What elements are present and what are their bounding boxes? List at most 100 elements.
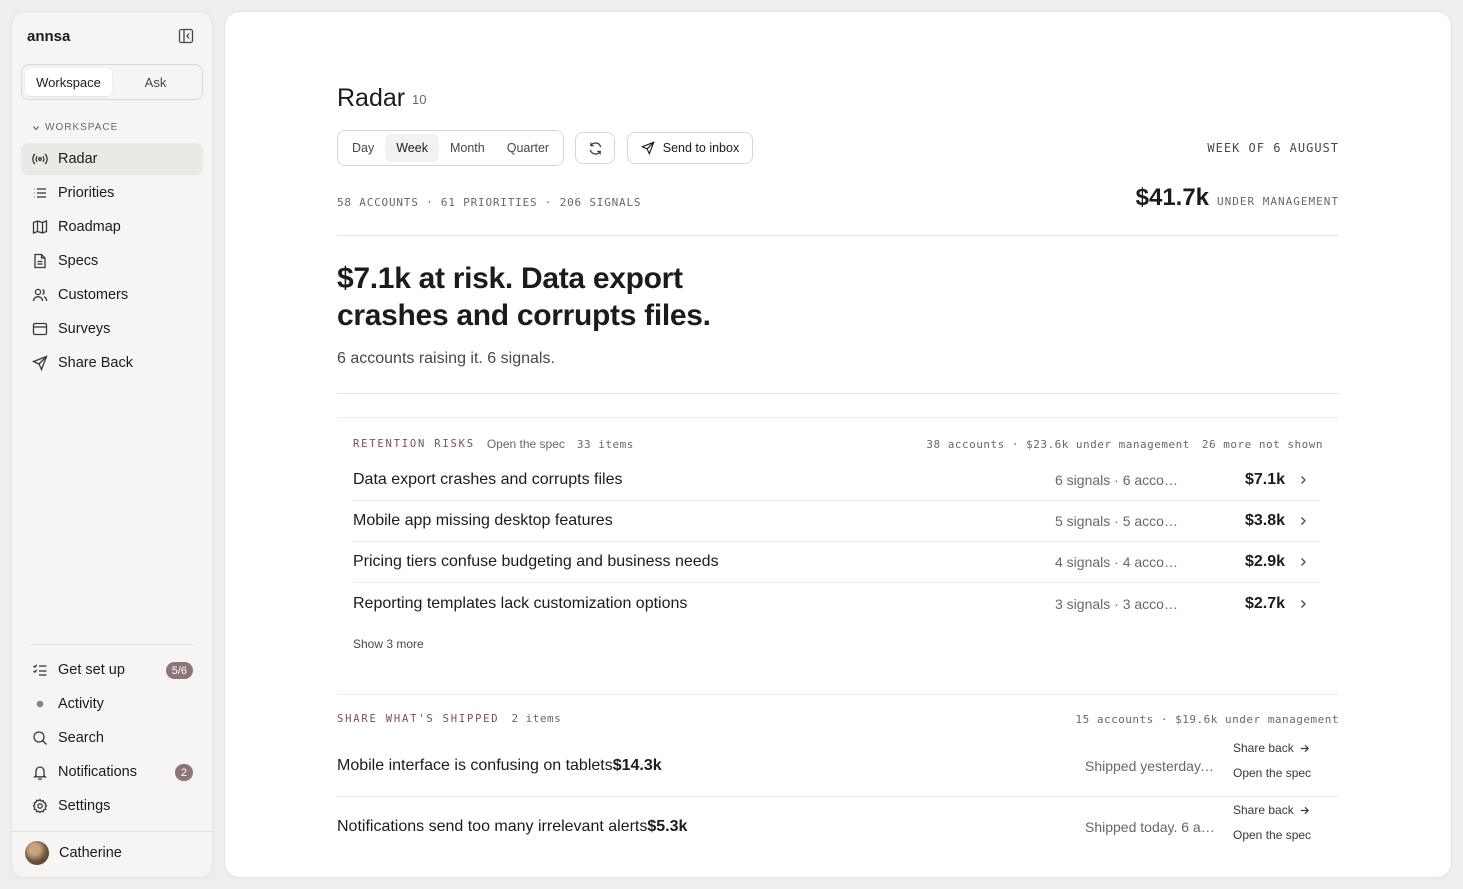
bell-icon bbox=[33, 766, 47, 780]
sidebar-item-label: Activity bbox=[58, 696, 104, 712]
radar-icon bbox=[32, 153, 48, 165]
list-item[interactable]: Mobile interface is confusing on tablets… bbox=[337, 735, 1339, 796]
shipped-amount: $5.3k bbox=[647, 818, 688, 835]
list-icon bbox=[34, 188, 46, 198]
list-item[interactable]: Pricing tiers confuse budgeting and busi… bbox=[353, 542, 1321, 583]
arrow-right-icon bbox=[1300, 806, 1309, 814]
risk-amount: $2.7k bbox=[1244, 594, 1285, 612]
risk-meta: 3 signals · 3 accounts bbox=[1055, 595, 1185, 612]
item-count: 33 items bbox=[576, 437, 634, 451]
workspace-section-header[interactable]: WORKSPACE bbox=[32, 122, 118, 133]
list-item[interactable]: Data export crashes and corrupts files 6… bbox=[353, 460, 1321, 501]
open-spec-link[interactable]: Open the spec bbox=[487, 437, 565, 451]
show-more-button[interactable]: Show 3 more bbox=[353, 637, 424, 651]
sidebar-item-notifications[interactable]: Notifications 2 bbox=[21, 756, 203, 788]
shipped-summary: 15 accounts · $19.6k under management bbox=[1075, 713, 1339, 726]
open-spec-link[interactable]: Open the spec bbox=[1233, 766, 1311, 780]
shipped-totals: 15 accounts · $19.6k under management bbox=[1075, 713, 1339, 726]
sidebar-item-get-set-up[interactable]: Get set up 5/6 bbox=[21, 654, 203, 686]
sidebar-divider bbox=[12, 831, 212, 832]
mode-toggle: Workspace Ask bbox=[21, 64, 203, 100]
risk-title: Reporting templates lack customization o… bbox=[353, 594, 688, 612]
shipped-actions: Share back Open the spec bbox=[1233, 741, 1311, 780]
retention-risk-list: Data export crashes and corrupts files 6… bbox=[353, 460, 1321, 624]
item-count: 2 items bbox=[511, 712, 562, 725]
section-label: SHARE WHAT'S SHIPPED bbox=[337, 712, 500, 725]
chevron-down-icon bbox=[33, 125, 39, 130]
retention-totals: 38 accounts · $23.6k under management bbox=[926, 438, 1190, 451]
list-item[interactable]: Reporting templates lack customization o… bbox=[353, 583, 1321, 624]
headline: $7.1k at risk. Data export crashes and c… bbox=[337, 262, 711, 332]
user-menu[interactable]: Catherine bbox=[25, 841, 122, 865]
avatar bbox=[25, 841, 49, 865]
shipped-amount: $14.3k bbox=[612, 756, 662, 774]
sidebar-item-customers[interactable]: Customers bbox=[21, 279, 203, 311]
period-quarter[interactable]: Quarter bbox=[496, 134, 560, 162]
mode-tab-workspace[interactable]: Workspace bbox=[25, 68, 112, 96]
section-label: WORKSPACE bbox=[45, 122, 119, 133]
chevron-right-icon bbox=[1301, 517, 1306, 525]
aum-label: UNDER MANAGEMENT bbox=[1217, 195, 1339, 208]
main-panel: Radar 10 Day Week Month Quarter Send to … bbox=[225, 12, 1451, 877]
sidebar-item-label: Search bbox=[58, 730, 104, 746]
sidebar-divider bbox=[30, 644, 194, 645]
list-item[interactable]: Mobile app missing desktop features 5 si… bbox=[353, 501, 1321, 542]
refresh-icon bbox=[589, 141, 601, 155]
workspace-name[interactable]: annsa bbox=[27, 28, 70, 45]
sidebar-item-priorities[interactable]: Priorities bbox=[21, 177, 203, 209]
sidebar-item-surveys[interactable]: Surveys bbox=[21, 313, 203, 345]
list-item[interactable]: Notifications send too many irrelevant a… bbox=[337, 796, 1339, 857]
risk-amount: $3.8k bbox=[1244, 512, 1285, 529]
risk-title: Pricing tiers confuse budgeting and busi… bbox=[353, 553, 719, 570]
period-week[interactable]: Week bbox=[385, 134, 439, 162]
share-back-label: Share back bbox=[1233, 741, 1294, 755]
search-icon bbox=[33, 731, 47, 745]
chevron-right-icon bbox=[1301, 476, 1306, 484]
shipped-title: Notifications send too many irrelevant a… bbox=[337, 818, 648, 835]
gear-icon bbox=[32, 798, 48, 814]
sidebar-item-search[interactable]: Search bbox=[21, 722, 203, 754]
send-to-inbox-button[interactable]: Send to inbox bbox=[627, 132, 753, 164]
sidebar-item-label: Roadmap bbox=[58, 219, 121, 235]
chevron-right-icon bbox=[1301, 599, 1306, 608]
mode-tab-ask[interactable]: Ask bbox=[112, 68, 199, 96]
total-under-management: $41.7k UNDER MANAGEMENT bbox=[1136, 184, 1339, 212]
users-icon bbox=[32, 288, 48, 302]
share-back-link[interactable]: Share back bbox=[1233, 803, 1311, 817]
stats-summary: 58 ACCOUNTS · 61 PRIORITIES · 206 SIGNAL… bbox=[337, 196, 642, 209]
sidebar-item-label: Specs bbox=[58, 253, 99, 269]
divider bbox=[337, 694, 1339, 695]
send-icon bbox=[640, 141, 655, 155]
sidebar-item-specs[interactable]: Specs bbox=[21, 245, 203, 277]
secondary-nav: Get set up 5/6 Activity Search Notificat… bbox=[21, 654, 203, 824]
send-to-inbox-label: Send to inbox bbox=[662, 141, 740, 155]
dot-icon bbox=[36, 700, 44, 708]
share-back-link[interactable]: Share back bbox=[1233, 741, 1311, 755]
period-day[interactable]: Day bbox=[341, 134, 385, 162]
collapse-sidebar-icon[interactable] bbox=[178, 28, 194, 44]
retention-risks-header: RETENTION RISKS Open the spec 33 items bbox=[353, 437, 634, 451]
map-icon bbox=[32, 220, 48, 234]
risk-amount: $2.9k bbox=[1244, 553, 1285, 570]
sidebar-item-activity[interactable]: Activity bbox=[21, 688, 203, 720]
sidebar-item-radar[interactable]: Radar bbox=[21, 143, 203, 175]
sidebar-item-label: Get set up bbox=[58, 662, 125, 678]
chevron-right-icon bbox=[1301, 558, 1306, 566]
sidebar: annsa Workspace Ask WORKSPACE Radar Prio… bbox=[12, 12, 212, 877]
open-spec-link[interactable]: Open the spec bbox=[1233, 828, 1311, 842]
refresh-button[interactable] bbox=[575, 132, 615, 164]
period-month[interactable]: Month bbox=[439, 134, 496, 162]
shipped-actions: Share back Open the spec bbox=[1233, 803, 1311, 842]
sidebar-item-share-back[interactable]: Share Back bbox=[21, 347, 203, 379]
sidebar-item-label: Settings bbox=[58, 798, 111, 814]
sidebar-item-label: Radar bbox=[58, 151, 98, 167]
sidebar-item-roadmap[interactable]: Roadmap bbox=[21, 211, 203, 243]
shipped-header: SHARE WHAT'S SHIPPED 2 items bbox=[337, 712, 561, 725]
risk-title: Data export crashes and corrupts files bbox=[353, 471, 623, 488]
page-title: Radar bbox=[337, 84, 406, 112]
survey-icon bbox=[32, 322, 48, 336]
risk-amount: $7.1k bbox=[1244, 471, 1285, 488]
sidebar-item-settings[interactable]: Settings bbox=[21, 790, 203, 822]
sidebar-item-label: Customers bbox=[58, 287, 129, 303]
risk-meta: 4 signals · 4 accounts bbox=[1055, 554, 1185, 570]
